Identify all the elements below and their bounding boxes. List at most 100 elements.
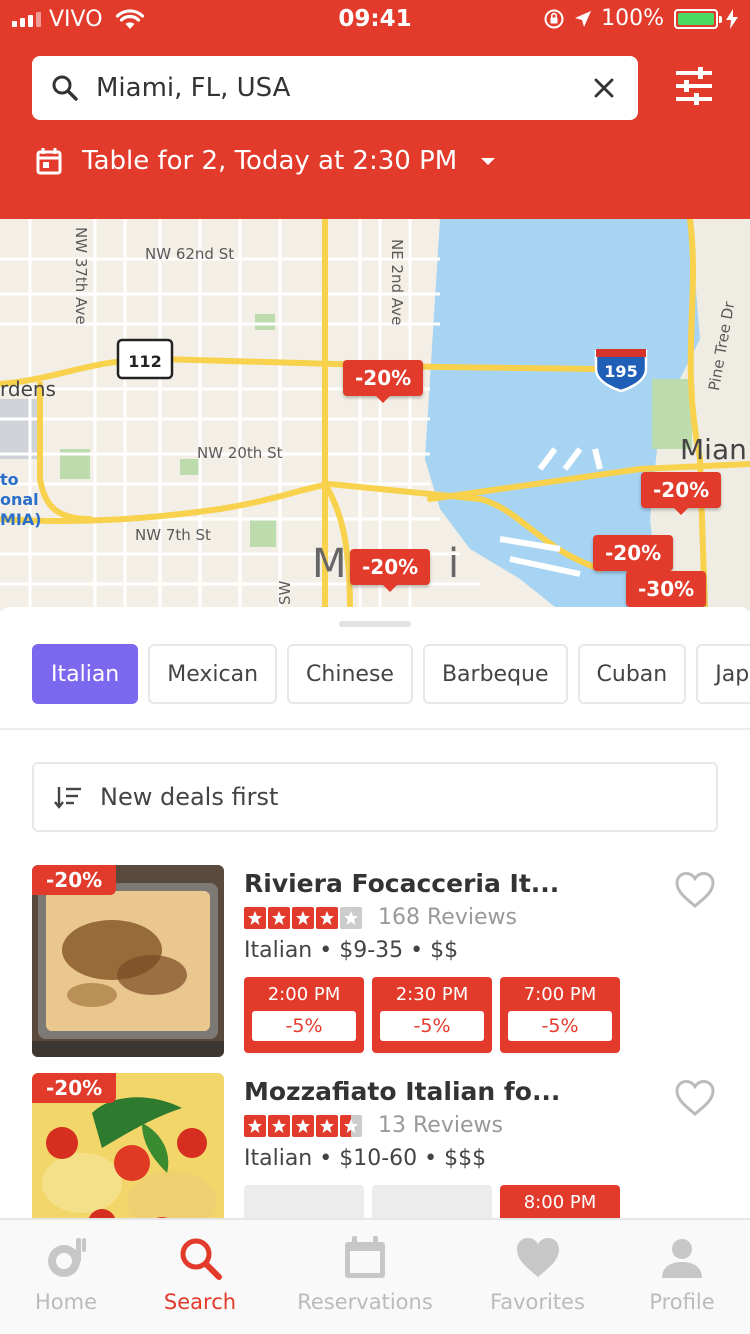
chip-barbeque[interactable]: Barbeque <box>422 644 568 704</box>
tab-label: Profile <box>649 1290 715 1314</box>
review-count: 13 Reviews <box>378 1113 503 1138</box>
divider <box>0 728 750 730</box>
star-rating: 168 Reviews <box>244 905 517 930</box>
tab-reservations[interactable]: Reservations <box>290 1234 440 1314</box>
star-icon <box>244 906 266 929</box>
chip-mexican[interactable]: Mexican <box>148 644 278 704</box>
discount-badge: -20% <box>32 865 117 895</box>
map-label-city: i <box>448 541 460 587</box>
map-view[interactable]: 112 195 NW 62nd St NW 37th Ave NE 2nd Av… <box>0 219 750 611</box>
profile-icon <box>662 1239 702 1278</box>
slot-deal: -5% <box>508 1011 612 1041</box>
heart-icon[interactable] <box>674 871 716 909</box>
tab-profile[interactable]: Profile <box>640 1234 724 1314</box>
deal-pin[interactable]: -20% <box>641 472 722 515</box>
star-icon <box>292 906 314 929</box>
sort-label: New deals first <box>100 783 279 811</box>
chevron-down-icon <box>481 157 496 165</box>
deal-pin[interactable]: -20% <box>593 535 674 578</box>
slot-time: 7:00 PM <box>523 984 597 1005</box>
restaurant-meta: Italian • $10-60 • $$$ <box>244 1146 487 1171</box>
tab-home[interactable]: Home <box>26 1234 106 1314</box>
route-112-label: 112 <box>128 352 161 371</box>
app: VIVO 09:41 100% Miami, FL, USA Table for… <box>0 0 750 1334</box>
deal-pin[interactable]: -20% <box>350 549 431 592</box>
cuisine: Italian <box>244 938 313 963</box>
chip-cuban[interactable]: Cuban <box>577 644 687 704</box>
map-label-street: NW 37th Ave <box>72 227 90 325</box>
home-dish-icon <box>48 1238 86 1277</box>
heart-icon <box>516 1238 559 1277</box>
location-arrow-icon <box>575 10 592 27</box>
search-icon <box>52 75 78 101</box>
search-icon <box>180 1238 222 1280</box>
map-label-city: M <box>312 541 347 587</box>
header: VIVO 09:41 100% Miami, FL, USA Table for… <box>0 0 750 219</box>
search-bar[interactable] <box>32 56 638 120</box>
clear-icon[interactable] <box>590 74 618 102</box>
search-input[interactable] <box>96 73 566 103</box>
star-icon <box>268 1114 290 1137</box>
chip-chinese[interactable]: Chinese <box>287 644 413 704</box>
discount-badge: -20% <box>32 1073 117 1103</box>
orientation-lock-icon <box>544 9 564 28</box>
time-slot-button[interactable]: 7:00 PM -5% <box>500 977 620 1053</box>
filter-sliders-icon[interactable] <box>672 64 716 108</box>
tab-label: Home <box>34 1290 97 1314</box>
map-label-street: SW <box>276 580 294 605</box>
map-label-street: NW 7th St <box>135 526 211 544</box>
price-level: $$ <box>430 938 459 963</box>
deal-pin[interactable]: -20% <box>343 360 424 403</box>
charging-bolt-icon <box>726 8 738 29</box>
calendar-icon <box>345 1236 385 1278</box>
drag-handle[interactable] <box>339 621 411 627</box>
map-label-airport: to <box>0 470 19 489</box>
map-label-place: Mian <box>680 433 747 466</box>
reservation-selector[interactable]: Table for 2, Today at 2:30 PM <box>36 146 496 176</box>
chip-japanese[interactable]: Jap <box>696 644 750 704</box>
slot-deal: -5% <box>380 1011 484 1041</box>
route-195-label: 195 <box>604 362 637 381</box>
price-range: $9-35 <box>339 938 404 963</box>
restaurant-meta: Italian • $9-35 • $$ <box>244 938 459 963</box>
tab-label: Search <box>163 1290 237 1314</box>
star-icon <box>316 906 338 929</box>
cuisine: Italian <box>244 1146 313 1171</box>
sort-selector[interactable]: New deals first <box>32 762 718 832</box>
star-empty-icon <box>340 906 362 929</box>
heart-icon[interactable] <box>674 1079 716 1117</box>
star-half-icon <box>340 1114 362 1137</box>
star-rating: 13 Reviews <box>244 1113 503 1138</box>
star-icon <box>292 1114 314 1137</box>
time-slot-button[interactable]: 2:00 PM -5% <box>244 977 364 1053</box>
star-icon <box>268 906 290 929</box>
tab-favorites[interactable]: Favorites <box>480 1234 595 1314</box>
tab-search[interactable]: Search <box>150 1234 250 1314</box>
star-icon <box>244 1114 266 1137</box>
restaurant-card[interactable]: -20% Riviera Focacceria It... 168 Review… <box>32 865 722 1057</box>
price-level: $$$ <box>444 1146 487 1171</box>
sort-icon <box>54 787 81 809</box>
tab-label: Favorites <box>490 1290 585 1314</box>
price-range: $10-60 <box>339 1146 418 1171</box>
tab-bar: Home Search Reservations Favorites Profi… <box>0 1218 750 1334</box>
review-count: 168 Reviews <box>378 905 517 930</box>
star-icon <box>316 1114 338 1137</box>
status-bar: VIVO 09:41 100% <box>0 0 750 40</box>
reservation-label: Table for 2, Today at 2:30 PM <box>82 146 458 176</box>
deal-pin[interactable]: -30% <box>626 571 707 611</box>
battery-percent: 100% <box>601 6 664 31</box>
status-right: 100% <box>543 6 738 31</box>
calendar-icon <box>36 148 62 175</box>
slot-deal: -5% <box>252 1011 356 1041</box>
slot-time: 8:00 PM <box>523 1192 597 1213</box>
results-sheet: Italian Mexican Chinese Barbeque Cuban J… <box>0 607 750 1265</box>
map-label-airport: onal <box>0 490 39 509</box>
chip-italian[interactable]: Italian <box>32 644 139 704</box>
tab-label: Reservations <box>297 1290 433 1314</box>
time-slot-button[interactable]: 2:30 PM -5% <box>372 977 492 1053</box>
category-chips: Italian Mexican Chinese Barbeque Cuban J… <box>32 644 750 704</box>
slot-time: 2:30 PM <box>395 984 469 1005</box>
map-label-place: rdens <box>0 377 56 401</box>
time-slots: 2:00 PM -5% 2:30 PM -5% 7:00 PM -5% <box>244 977 620 1053</box>
